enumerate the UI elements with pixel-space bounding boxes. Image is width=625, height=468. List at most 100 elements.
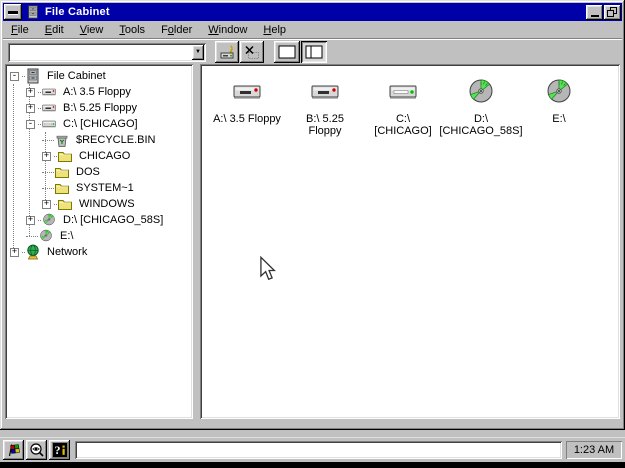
cdrom-icon [41, 212, 57, 228]
taskbar-task-area[interactable] [75, 441, 562, 459]
expand-box-plus-icon[interactable]: + [26, 216, 35, 225]
tree-item-label: D:\ [CHICAGO_58S] [61, 214, 165, 226]
tree-item-e[interactable]: E:\ [7, 228, 191, 244]
menu-folder[interactable]: Folder [153, 22, 200, 38]
system-flag-button[interactable] [3, 440, 24, 460]
tree-item-a-3-5-floppy[interactable]: +A:\ 3.5 Floppy [7, 84, 191, 100]
floppy-icon [41, 100, 57, 116]
address-input[interactable] [10, 45, 194, 60]
list-item-d-chicago-58s[interactable]: D:\[CHICAGO_58S] [442, 76, 520, 137]
find-button[interactable] [26, 440, 47, 460]
help-icon: ? [52, 442, 68, 458]
tree-item-label: C:\ [CHICAGO] [61, 118, 140, 130]
floppy-icon [41, 84, 57, 100]
tree-item-label: File Cabinet [45, 70, 108, 82]
floppy-icon [231, 76, 263, 108]
expand-box-plus-icon[interactable]: + [42, 152, 51, 161]
tree-item-windows[interactable]: + WINDOWS [7, 196, 191, 212]
harddrive-icon [41, 116, 57, 132]
mouse-cursor-arrow [259, 256, 276, 281]
folder-icon [54, 164, 70, 180]
tree-item-c-chicago[interactable]: - C:\ [CHICAGO] [7, 116, 191, 132]
menu-view[interactable]: View [72, 22, 112, 38]
tree-item-label: WINDOWS [77, 198, 137, 210]
tree-item-system-1[interactable]: SYSTEM~1 [7, 180, 191, 196]
restore-button[interactable] [604, 5, 621, 20]
find-icon [29, 442, 45, 458]
expand-box-minus-icon[interactable]: - [26, 120, 35, 129]
tree-item-d-chicago-58s[interactable]: + D:\ [CHICAGO_58S] [7, 212, 191, 228]
connect-network-drive-button[interactable] [215, 41, 239, 63]
network-icon [25, 244, 41, 260]
tree-item-recycle-bin[interactable]: $RECYCLE.BIN [7, 132, 191, 148]
list-item-e[interactable]: E:\ [520, 76, 598, 137]
desktop: File Cabinet FileEditViewToolsFolderWind… [0, 0, 625, 468]
minimize-button[interactable] [586, 5, 603, 20]
chevron-down-icon: ▼ [195, 49, 201, 55]
menu-tools[interactable]: Tools [111, 22, 153, 38]
expand-box-plus-icon[interactable]: + [26, 104, 35, 113]
disconnect-network-drive-icon [244, 44, 260, 60]
file-cabinet-window: File Cabinet FileEditViewToolsFolderWind… [0, 0, 625, 430]
taskbar: ? 1:23 AM [0, 437, 625, 462]
dual-pane-view-icon [305, 45, 323, 59]
restore-icon [607, 7, 618, 18]
single-pane-view-button[interactable] [274, 41, 300, 63]
folder-tree-pane[interactable]: -File Cabinet+A:\ 3.5 Floppy+B:\ 5.25 Fl… [5, 64, 193, 419]
cdrom-icon [465, 76, 497, 108]
menu-help[interactable]: Help [255, 22, 294, 38]
folder-icon [54, 180, 70, 196]
cdrom-icon [38, 228, 54, 244]
folder-icon [57, 148, 73, 164]
taskbar-clock: 1:23 AM [566, 441, 622, 459]
cabinet-icon [25, 68, 41, 84]
file-cabinet-icon [26, 5, 40, 19]
expand-box-plus-icon[interactable]: + [26, 88, 35, 97]
system-flag-icon [6, 442, 22, 458]
tree-item-label: E:\ [58, 230, 75, 242]
contents-pane[interactable]: A:\ 3.5 FloppyB:\ 5.25FloppyC:\[CHICAGO]… [200, 64, 620, 419]
menu-edit[interactable]: Edit [37, 22, 72, 38]
expand-box-plus-icon[interactable]: + [10, 248, 19, 257]
list-item-b-5-25-floppy[interactable]: B:\ 5.25Floppy [286, 76, 364, 137]
disconnect-network-drive-button[interactable] [240, 41, 264, 63]
combobox-dropdown-button[interactable]: ▼ [192, 45, 204, 60]
cdrom-icon [543, 76, 575, 108]
harddrive-icon [387, 76, 419, 108]
tree-item-label: CHICAGO [77, 150, 132, 162]
tree-item-label: Network [45, 246, 89, 258]
tree-item-label: SYSTEM~1 [74, 182, 136, 194]
single-pane-view-icon [278, 45, 296, 59]
recycle-icon [54, 132, 70, 148]
floppy-icon [309, 76, 341, 108]
titlebar[interactable]: File Cabinet [3, 3, 622, 21]
toolbar: ▼ [3, 39, 622, 64]
address-combobox[interactable]: ▼ [8, 43, 206, 62]
window-title: File Cabinet [45, 6, 110, 18]
minimize-icon [591, 15, 599, 17]
list-item-a-3-5-floppy[interactable]: A:\ 3.5 Floppy [208, 76, 286, 137]
menu-window[interactable]: Window [200, 22, 255, 38]
dual-pane-view-button[interactable] [301, 41, 327, 63]
tree-item-network[interactable]: + Network [7, 244, 191, 260]
system-menu-icon [8, 11, 18, 14]
tree-connector [42, 188, 54, 189]
icon-label: E:\ [511, 113, 607, 125]
system-menu-button[interactable] [4, 4, 22, 20]
tree-connector [42, 172, 54, 173]
tree-item-chicago[interactable]: + CHICAGO [7, 148, 191, 164]
menu-bar: FileEditViewToolsFolderWindowHelp [3, 21, 622, 39]
tree-item-label: B:\ 5.25 Floppy [61, 102, 139, 114]
tree-item-dos[interactable]: DOS [7, 164, 191, 180]
tree-item-b-5-25-floppy[interactable]: + B:\ 5.25 Floppy [7, 100, 191, 116]
screen-edge [0, 462, 625, 468]
expand-box-minus-icon[interactable]: - [10, 72, 19, 81]
expand-box-plus-icon[interactable]: + [42, 200, 51, 209]
tree-item-file-cabinet[interactable]: - File Cabinet [7, 68, 191, 84]
list-item-c-chicago[interactable]: C:\[CHICAGO] [364, 76, 442, 137]
tree-item-label: $RECYCLE.BIN [74, 134, 157, 146]
folder-icon [57, 196, 73, 212]
help-button[interactable]: ? [49, 440, 70, 460]
menu-file[interactable]: File [3, 22, 37, 38]
svg-text:?: ? [54, 443, 60, 457]
